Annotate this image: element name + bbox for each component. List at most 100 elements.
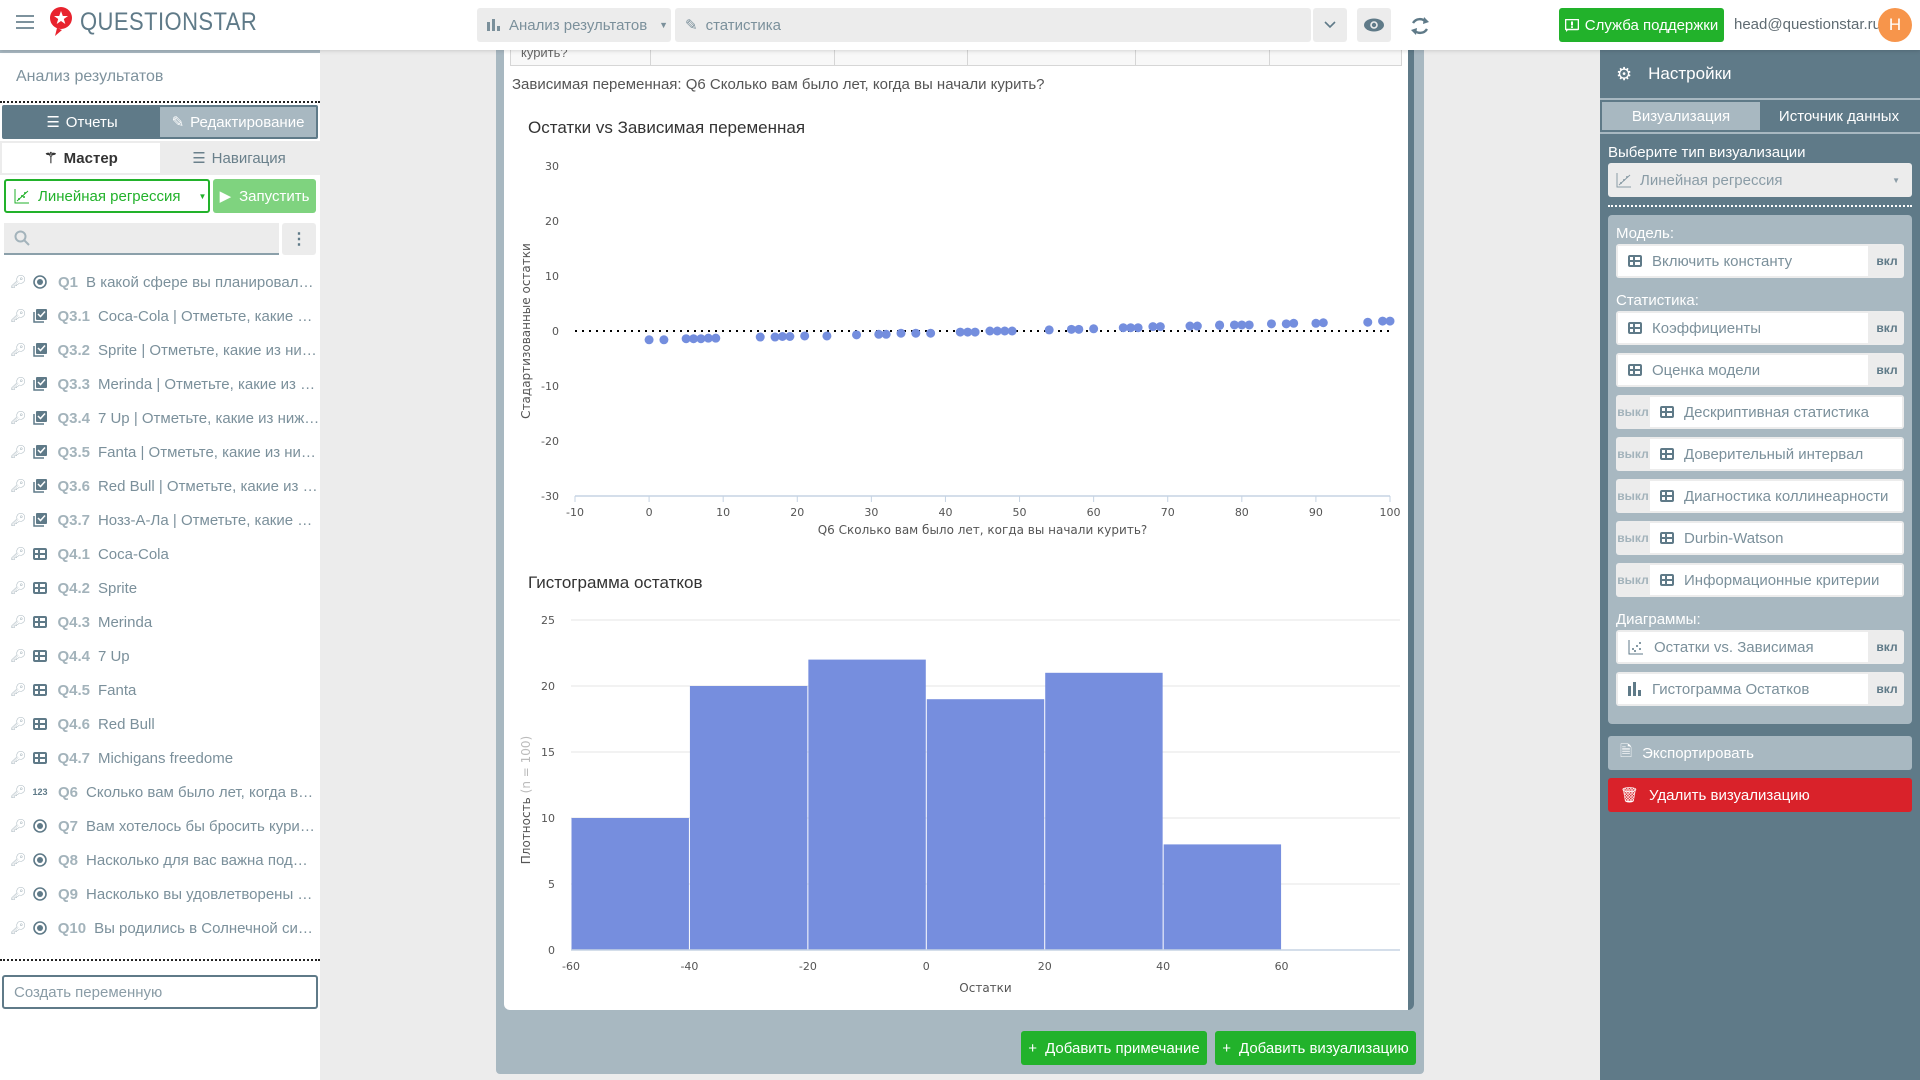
- tab-reports[interactable]: ☰ Отчеты: [4, 107, 160, 137]
- support-button[interactable]: Служба поддержки: [1559, 8, 1724, 42]
- variable-item[interactable]: 🔑︎ Q3.3 Merinda | Отметьте, какие из ни...: [0, 367, 320, 401]
- variable-item[interactable]: 🔑︎ Q4.2 Sprite: [0, 571, 320, 605]
- preview-button[interactable]: [1357, 8, 1391, 42]
- key-icon[interactable]: 🔑︎: [10, 920, 27, 936]
- tab-data-source[interactable]: Источник данных: [1760, 102, 1918, 130]
- avatar[interactable]: H: [1878, 8, 1912, 42]
- settings-viz-type-value: Линейная регрессия: [1640, 171, 1783, 189]
- key-icon[interactable]: 🔑︎: [10, 512, 27, 528]
- add-note-button[interactable]: + Добавить примечание: [1021, 1031, 1207, 1065]
- variable-item[interactable]: 🔑︎ Q3.5 Fanta | Отметьте, какие из ниже...: [0, 435, 320, 469]
- variable-item[interactable]: 🔑︎ Q3.7 Нозз-А-Ла | Отметьте, какие из ...: [0, 503, 320, 537]
- option-toggle[interactable]: выкл Дескриптивная статистика: [1616, 395, 1904, 429]
- key-icon[interactable]: 🔑︎: [10, 274, 27, 290]
- run-button[interactable]: ▶ Запустить: [213, 179, 316, 213]
- refresh-icon[interactable]: [1408, 14, 1432, 38]
- title-field[interactable]: ✎ статистика: [675, 8, 1311, 42]
- key-icon[interactable]: 🔑︎: [10, 444, 27, 460]
- variable-item[interactable]: 🔑︎ Q3.2 Sprite | Отметьте, какие из ниже..…: [0, 333, 320, 367]
- create-variable-input[interactable]: Создать переменную: [2, 975, 318, 1009]
- user-email[interactable]: head@questionstar.ru: [1734, 16, 1881, 33]
- x-tick-label: 60: [1275, 960, 1289, 973]
- variable-item[interactable]: 🔑︎ Q4.4 7 Up: [0, 639, 320, 673]
- variable-search-input[interactable]: [4, 223, 279, 255]
- option-state: вкл: [1876, 254, 1898, 268]
- more-options-button[interactable]: ⋮: [282, 223, 316, 255]
- variable-item[interactable]: 🔑︎ Q3.6 Red Bull | Отметьте, какие из ни..…: [0, 469, 320, 503]
- key-icon[interactable]: 🔑︎: [10, 648, 27, 664]
- x-tick-label: -40: [680, 960, 698, 973]
- tab-visualization[interactable]: Визуализация: [1602, 102, 1760, 130]
- menu-icon[interactable]: [16, 15, 34, 29]
- key-icon[interactable]: 🔑︎: [10, 818, 27, 834]
- variable-item[interactable]: 🔑︎ Q3.4 7 Up | Отметьте, какие из нижеп...: [0, 401, 320, 435]
- key-icon[interactable]: 🔑︎: [10, 376, 27, 392]
- tab-wizard[interactable]: ⚚ Мастер: [2, 143, 160, 173]
- key-icon[interactable]: 🔑︎: [10, 886, 27, 902]
- key-icon[interactable]: 🔑︎: [10, 614, 27, 630]
- data-point: [1044, 325, 1054, 335]
- analysis-dropdown[interactable]: Анализ результатов ▼: [477, 8, 671, 42]
- variable-item[interactable]: 🔑︎ Q9 Насколько вы удовлетворены ст...: [0, 877, 320, 911]
- histogram-title: Гистограмма остатков: [528, 573, 703, 592]
- variable-item[interactable]: 🔑︎ Q4.6 Red Bull: [0, 707, 320, 741]
- data-point: [1089, 324, 1099, 334]
- option-toggle[interactable]: Включить константу вкл: [1616, 244, 1904, 278]
- key-icon[interactable]: 🔑︎: [10, 308, 27, 324]
- logo[interactable]: QUESTIONSTAR: [48, 6, 281, 38]
- grid-icon: [1660, 406, 1674, 418]
- option-toggle[interactable]: выкл Доверительный интервал: [1616, 437, 1904, 471]
- option-label: Коэффициенты: [1652, 319, 1762, 337]
- y-axis-label-main: Плотность: [519, 797, 533, 864]
- option-toggle[interactable]: выкл Durbin-Watson: [1616, 521, 1904, 555]
- grid-icon: [1628, 322, 1642, 334]
- key-icon[interactable]: 🔑︎: [10, 410, 27, 426]
- key-icon[interactable]: 🔑︎: [10, 478, 27, 494]
- variable-text: 7 Up: [97, 647, 130, 665]
- variable-item[interactable]: 🔑︎ 123 Q6 Сколько вам было лет, когда вы ..…: [0, 775, 320, 809]
- variable-item[interactable]: 🔑︎ Q10 Вы родились в Солнечной систе...: [0, 911, 320, 945]
- variable-code: Q6: [58, 783, 79, 801]
- option-label: Durbin-Watson: [1684, 529, 1784, 547]
- key-icon[interactable]: 🔑︎: [10, 852, 27, 868]
- add-visualization-button[interactable]: + Добавить визуализацию: [1215, 1031, 1416, 1065]
- tab-navigation[interactable]: ☰ Навигация: [160, 143, 318, 173]
- option-toggle[interactable]: выкл Информационные критерии: [1616, 563, 1904, 597]
- viz-type-select[interactable]: Линейная регрессия ▼: [4, 179, 210, 213]
- variable-item[interactable]: 🔑︎ Q3.1 Coca-Cola | Отметьте, какие из ...: [0, 299, 320, 333]
- variable-item[interactable]: 🔑︎ Q8 Насколько для вас важна поддер...: [0, 843, 320, 877]
- settings-title: Настройки: [1648, 64, 1732, 83]
- delete-label: Удалить визуализацию: [1649, 786, 1810, 804]
- numeric-icon: 123: [32, 787, 48, 797]
- tab-editing[interactable]: ✎ Редактирование: [160, 107, 316, 137]
- variable-item[interactable]: 🔑︎ Q4.5 Fanta: [0, 673, 320, 707]
- variable-item[interactable]: 🔑︎ Q4.3 Merinda: [0, 605, 320, 639]
- option-toggle[interactable]: Коэффициенты вкл: [1616, 311, 1904, 345]
- title-dropdown-button[interactable]: [1313, 8, 1347, 42]
- option-toggle[interactable]: Оценка модели вкл: [1616, 353, 1904, 387]
- delete-visualization-button[interactable]: 🗑 Удалить визуализацию: [1608, 778, 1912, 812]
- variable-text: Red Bull: [97, 715, 155, 733]
- key-icon[interactable]: 🔑︎: [10, 750, 27, 766]
- key-icon[interactable]: 🔑︎: [10, 784, 27, 800]
- option-toggle[interactable]: Остатки vs. Зависимая вкл: [1616, 630, 1904, 664]
- checkbox-icon: [32, 343, 47, 357]
- export-button[interactable]: 🗎 Экспортировать: [1608, 736, 1912, 770]
- settings-viz-type-select[interactable]: Линейная регрессия ▼: [1608, 163, 1912, 197]
- variable-item[interactable]: 🔑︎ Q4.1 Coca-Cola: [0, 537, 320, 571]
- variable-item[interactable]: 🔑︎ Q4.7 Michigans freedome: [0, 741, 320, 775]
- key-icon[interactable]: 🔑︎: [10, 580, 27, 596]
- variable-item[interactable]: 🔑︎ Q7 Вам хотелось бы бросить курить?: [0, 809, 320, 843]
- key-icon[interactable]: 🔑︎: [10, 682, 27, 698]
- add-visualization-label: Добавить визуализацию: [1239, 1039, 1409, 1057]
- variable-text: Michigans freedome: [97, 749, 234, 767]
- grid-icon: [32, 717, 47, 731]
- option-toggle[interactable]: выкл Диагностика коллинеарности: [1616, 479, 1904, 513]
- analysis-dropdown-label: Анализ результатов: [509, 16, 648, 34]
- y-tick-label: 10: [545, 270, 559, 283]
- variable-item[interactable]: 🔑︎ Q1 В какой сфере вы планировали п...: [0, 265, 320, 299]
- option-toggle[interactable]: Гистограмма Остатков вкл: [1616, 672, 1904, 706]
- key-icon[interactable]: 🔑︎: [10, 342, 27, 358]
- key-icon[interactable]: 🔑︎: [10, 716, 27, 732]
- key-icon[interactable]: 🔑︎: [10, 546, 27, 562]
